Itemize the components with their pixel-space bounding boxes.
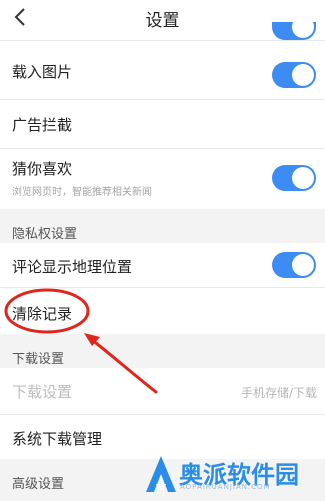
comment-location-toggle[interactable] [272, 252, 316, 278]
load-images-row[interactable]: 载入图片 [0, 41, 325, 99]
clear-records-row[interactable]: 清除记录 [0, 288, 325, 334]
ad-block-label: 广告拦截 [12, 116, 73, 134]
watermark-logo: 奥派软件园 AOPAIRUANJIAN.COM [142, 452, 322, 498]
advanced-section-label: 高级设置 [12, 477, 65, 492]
download-section-label: 下载设置 [12, 352, 65, 367]
download-section-header: 下载设置 [0, 334, 325, 368]
clear-records-label: 清除记录 [12, 305, 73, 323]
comment-location-label: 评论显示地理位置 [12, 258, 133, 276]
cropped-toggle-switch[interactable] [272, 16, 316, 40]
guess-you-like-toggle[interactable] [272, 165, 316, 191]
load-images-toggle[interactable] [272, 62, 316, 88]
privacy-section-header: 隐私权设置 [0, 209, 325, 243]
comment-location-row[interactable]: 评论显示地理位置 [0, 243, 325, 287]
guess-you-like-description: 浏览网页时，智能推荐相关新闻 [12, 187, 152, 198]
download-settings-label: 下载设置 [12, 383, 73, 401]
download-location-value: 手机存储/下载 [240, 386, 317, 400]
watermark-subtext: AOPAIRUANJIAN.COM [180, 483, 271, 491]
guess-you-like-row[interactable]: 猜你喜欢 浏览网页时，智能推荐相关新闻 [0, 149, 325, 209]
ad-block-row[interactable]: 广告拦截 [0, 100, 325, 148]
logo-icon [146, 456, 176, 492]
system-download-manager-label: 系统下载管理 [12, 430, 103, 448]
load-images-label: 载入图片 [12, 63, 73, 81]
privacy-section-label: 隐私权设置 [12, 227, 78, 242]
guess-you-like-label: 猜你喜欢 [12, 160, 73, 178]
download-settings-row[interactable]: 下载设置 手机存储/下载 [0, 368, 325, 414]
